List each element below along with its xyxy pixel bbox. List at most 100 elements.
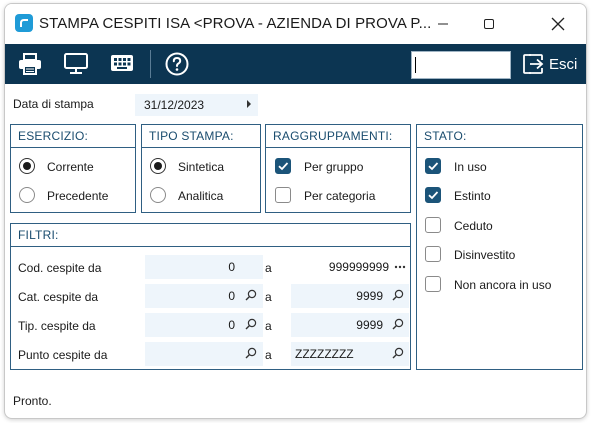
filter-label-cat: Cat. cespite da bbox=[18, 290, 99, 304]
filter-label-cod: Cod. cespite da bbox=[18, 261, 102, 275]
print-button[interactable] bbox=[13, 48, 47, 80]
search-icon[interactable] bbox=[245, 289, 257, 301]
checkbox-disinvestito[interactable] bbox=[425, 246, 441, 262]
checkbox-non-ancora-in-uso[interactable] bbox=[425, 276, 441, 292]
checkbox-ceduto-label: Ceduto bbox=[454, 219, 493, 233]
radio-analitica-label: Analitica bbox=[178, 189, 224, 203]
checkmark-icon bbox=[428, 162, 439, 171]
radio-precedente-label: Precedente bbox=[47, 189, 109, 203]
exit-label: Esci bbox=[549, 55, 578, 73]
radio-sintetica[interactable] bbox=[150, 158, 166, 174]
date-label: Data di stampa bbox=[13, 97, 94, 111]
close-button[interactable] bbox=[535, 4, 581, 44]
main-window: STAMPA CESPITI ISA <PROVA - AZIENDA DI P… bbox=[4, 3, 587, 419]
cat-from-input[interactable]: 0 bbox=[145, 284, 263, 308]
checkbox-per-gruppo[interactable] bbox=[275, 158, 291, 174]
tipo-stampa-group: TIPO STAMPA: Sintetica Analitica bbox=[141, 124, 261, 213]
exit-button[interactable]: Esci bbox=[522, 50, 577, 78]
group-divider bbox=[142, 147, 260, 148]
filter-to-label: a bbox=[265, 261, 272, 275]
search-icon[interactable] bbox=[245, 347, 257, 359]
exit-icon bbox=[523, 54, 544, 74]
filtri-group: FILTRI: Cod. cespite da 0 a 999999999 Ca… bbox=[10, 223, 411, 370]
punto-to-value: ZZZZZZZZ bbox=[295, 347, 354, 361]
printer-icon bbox=[19, 53, 41, 75]
toolbar-separator bbox=[150, 50, 151, 78]
tip-from-value: 0 bbox=[228, 318, 235, 332]
status-text: Pronto. bbox=[13, 394, 52, 408]
minimize-button[interactable] bbox=[420, 4, 466, 44]
close-icon bbox=[551, 17, 565, 31]
search-icon[interactable] bbox=[245, 318, 257, 330]
cod-from-input[interactable]: 0 bbox=[145, 255, 263, 279]
checkbox-estinto[interactable] bbox=[425, 187, 441, 203]
cat-to-input[interactable]: 9999 bbox=[291, 284, 409, 308]
stato-group: STATO: In uso Estinto Ceduto Disinvestit… bbox=[416, 124, 583, 370]
cod-to-value: 999999999 bbox=[328, 260, 389, 274]
filter-to-label: a bbox=[265, 348, 272, 362]
radio-sintetica-label: Sintetica bbox=[178, 160, 225, 174]
maximize-button[interactable] bbox=[466, 4, 512, 44]
toolbar: Esci bbox=[5, 44, 586, 84]
group-divider bbox=[266, 147, 410, 148]
radio-analitica[interactable] bbox=[150, 187, 166, 203]
print-date-field[interactable]: 31/12/2023 bbox=[135, 94, 258, 116]
esercizio-group: ESERCIZIO: Corrente Precedente bbox=[10, 124, 136, 213]
group-divider bbox=[417, 147, 582, 148]
checkbox-estinto-label: Estinto bbox=[454, 189, 491, 203]
tip-from-input[interactable]: 0 bbox=[145, 313, 263, 337]
cat-from-value: 0 bbox=[228, 289, 235, 303]
raggruppamenti-title: RAGGRUPPAMENTI: bbox=[273, 129, 393, 143]
help-button[interactable] bbox=[160, 48, 194, 80]
toolbar-search-input[interactable] bbox=[411, 51, 511, 79]
group-divider bbox=[11, 246, 410, 247]
tip-to-input[interactable]: 9999 bbox=[291, 313, 409, 337]
radio-precedente[interactable] bbox=[19, 187, 35, 203]
search-icon[interactable] bbox=[392, 347, 404, 359]
help-icon bbox=[165, 52, 189, 76]
maximize-icon bbox=[484, 19, 494, 29]
search-icon[interactable] bbox=[392, 289, 404, 301]
filter-label-tip: Tip. cespite da bbox=[18, 319, 96, 333]
filter-to-label: a bbox=[265, 290, 272, 304]
cat-to-value: 9999 bbox=[356, 289, 383, 303]
punto-from-input[interactable] bbox=[145, 342, 263, 366]
checkmark-icon bbox=[428, 191, 439, 200]
punto-to-input[interactable]: ZZZZZZZZ bbox=[291, 342, 409, 366]
esercizio-title: ESERCIZIO: bbox=[18, 129, 89, 143]
tip-to-value: 9999 bbox=[356, 318, 383, 332]
group-divider bbox=[11, 147, 135, 148]
checkbox-in-uso[interactable] bbox=[425, 158, 441, 174]
checkbox-disinvestito-label: Disinvestito bbox=[454, 248, 516, 262]
minimize-icon bbox=[438, 23, 448, 25]
chevron-right-icon[interactable] bbox=[245, 99, 253, 109]
cod-from-value: 0 bbox=[228, 260, 235, 274]
cod-to-input[interactable]: 999999999 bbox=[291, 255, 409, 279]
checkbox-per-gruppo-label: Per gruppo bbox=[304, 160, 364, 174]
text-caret bbox=[415, 57, 416, 73]
checkbox-in-uso-label: In uso bbox=[454, 160, 487, 174]
checkbox-non-ancora-in-uso-label: Non ancora in uso bbox=[454, 278, 552, 292]
preview-button[interactable] bbox=[59, 48, 93, 80]
checkbox-per-categoria[interactable] bbox=[275, 187, 291, 203]
stato-title: STATO: bbox=[424, 129, 467, 143]
radio-corrente[interactable] bbox=[19, 158, 35, 174]
title-bar: STAMPA CESPITI ISA <PROVA - AZIENDA DI P… bbox=[5, 4, 586, 44]
ellipsis-icon[interactable] bbox=[394, 265, 406, 269]
checkmark-icon bbox=[278, 162, 289, 171]
checkbox-per-categoria-label: Per categoria bbox=[304, 189, 376, 203]
radio-corrente-label: Corrente bbox=[47, 160, 94, 174]
filter-to-label: a bbox=[265, 319, 272, 333]
checkbox-ceduto[interactable] bbox=[425, 217, 441, 233]
app-icon bbox=[15, 14, 33, 32]
search-icon[interactable] bbox=[392, 318, 404, 330]
raggruppamenti-group: RAGGRUPPAMENTI: Per gruppo Per categoria bbox=[265, 124, 411, 213]
keyboard-button[interactable] bbox=[105, 48, 139, 80]
keyboard-icon bbox=[111, 55, 133, 71]
window-title: STAMPA CESPITI ISA <PROVA - AZIENDA DI P… bbox=[39, 15, 432, 32]
monitor-icon bbox=[64, 53, 88, 74]
filter-label-punto: Punto cespite da bbox=[18, 348, 108, 362]
print-date-value: 31/12/2023 bbox=[144, 98, 205, 112]
filtri-title: FILTRI: bbox=[18, 228, 59, 242]
tipo-stampa-title: TIPO STAMPA: bbox=[149, 129, 234, 143]
